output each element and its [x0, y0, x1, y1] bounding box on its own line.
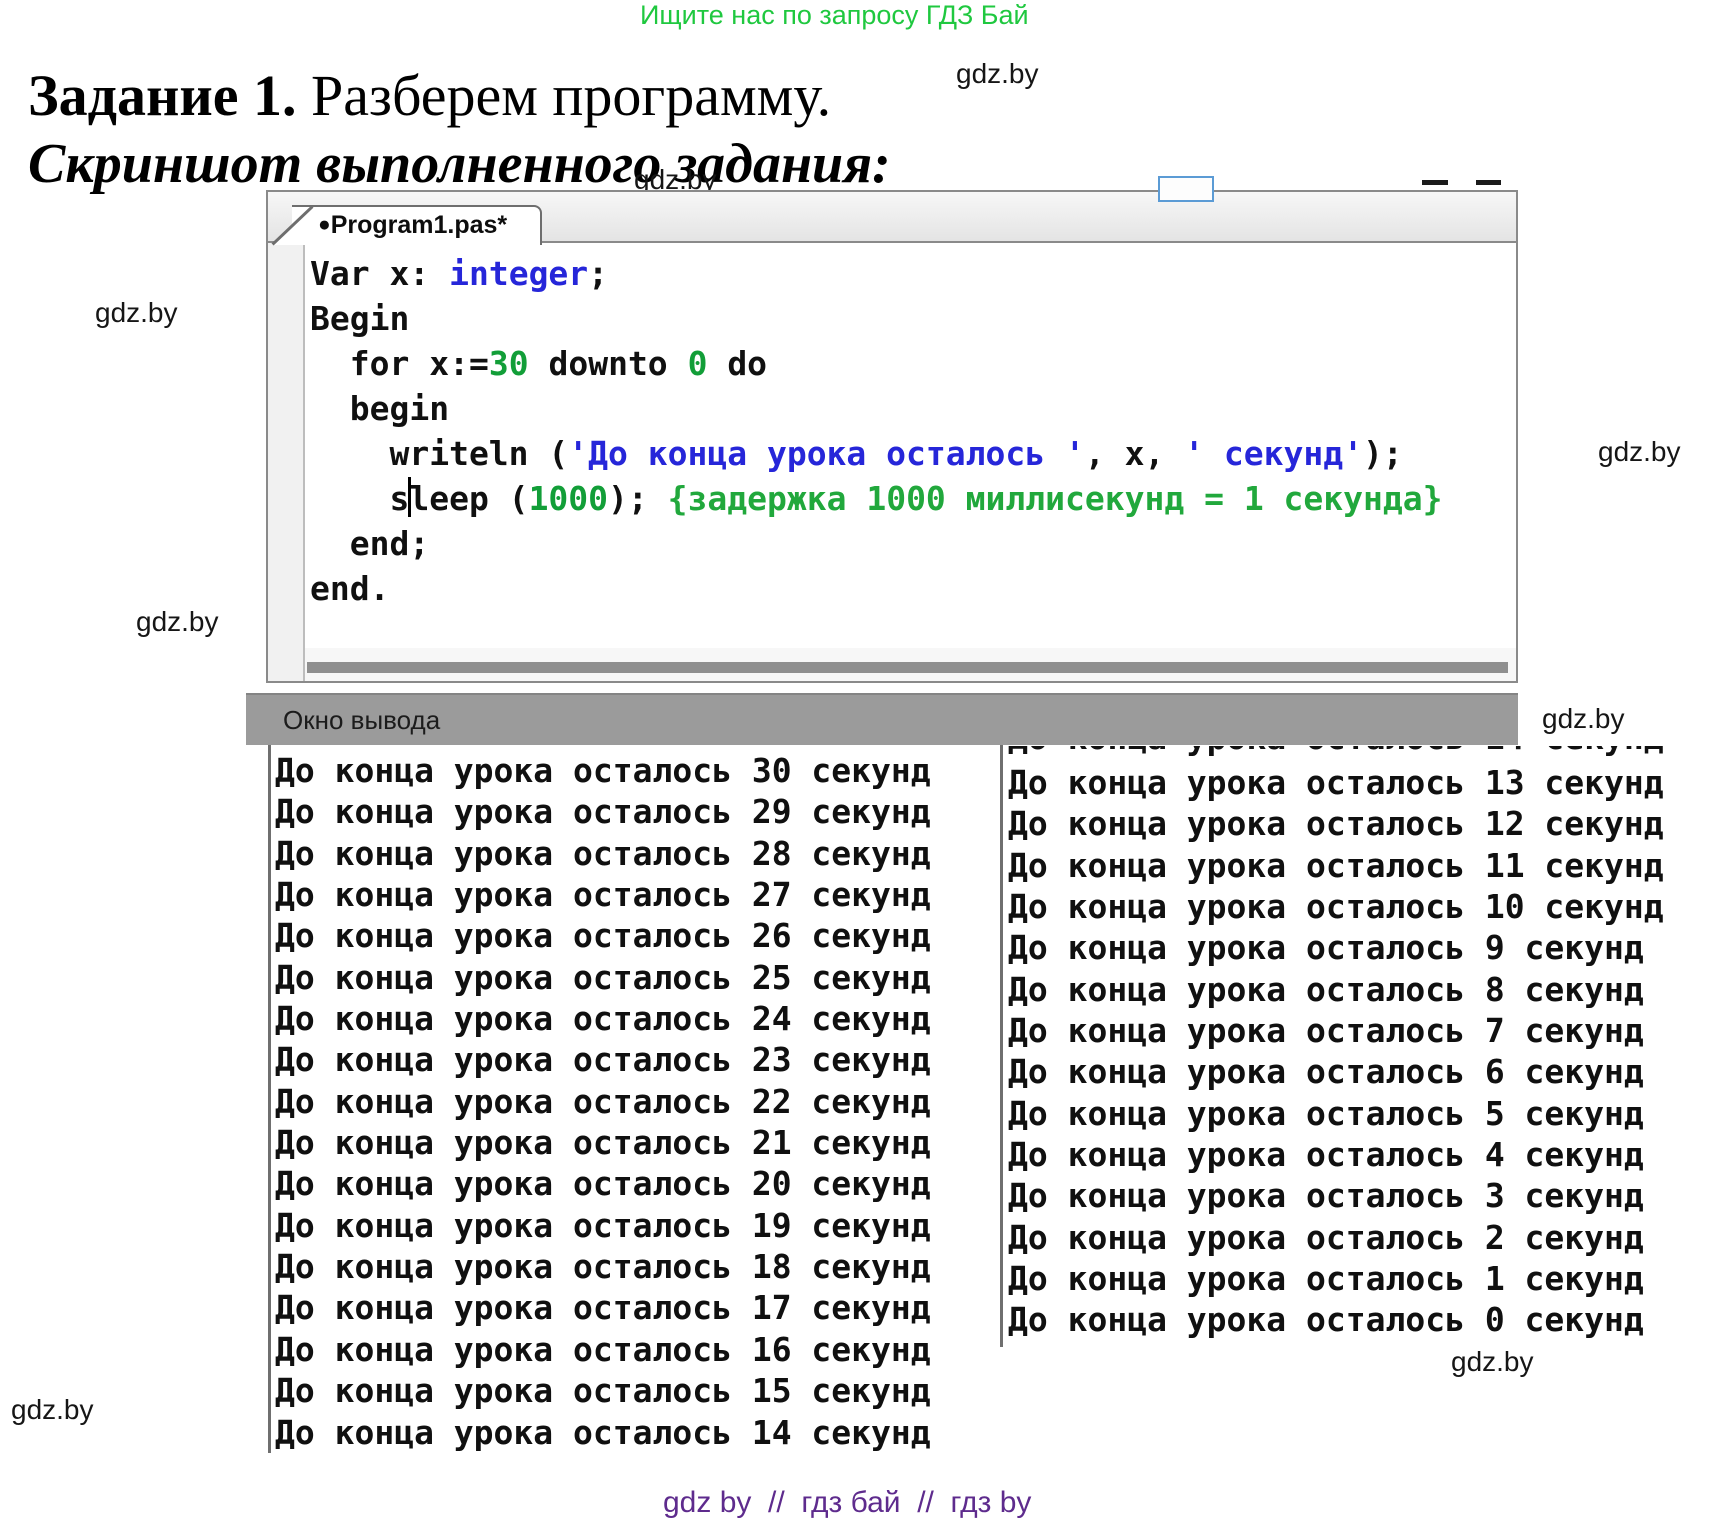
- window-control-fragment[interactable]: [1476, 180, 1501, 185]
- modified-dot-icon: ●: [318, 213, 331, 236]
- task-title: Разберем программу.: [297, 63, 832, 128]
- output-left-column-border: [268, 745, 271, 1453]
- output-window-header: Окно вывода: [246, 693, 1518, 745]
- promo-banner: Ищите нас по запросу ГДЗ Бай: [640, 0, 1029, 31]
- watermark: gdz.by: [1451, 1346, 1534, 1378]
- task-number: Задание 1.: [28, 63, 297, 128]
- horizontal-scrollbar-thumb[interactable]: [307, 662, 1508, 673]
- code-lines[interactable]: Var x: integer;Begin for x:=30 downto 0 …: [310, 251, 1443, 611]
- output-window-title: Окно вывода: [283, 705, 440, 736]
- output-clipped-line: До конца урока осталось 14 секунд: [1008, 746, 1688, 758]
- output-column-right: До конца урока осталось 13 секунд До кон…: [1008, 762, 1664, 1341]
- watermark: gdz.by: [1542, 703, 1625, 735]
- editor-gutter: [268, 243, 305, 681]
- footer-seo-text: gdz by // гдз бай // гдз by: [663, 1486, 1031, 1520]
- output-clipped-line-text: До конца урока осталось 14 секунд: [1008, 746, 1688, 758]
- editor-border-bottom: [266, 681, 1518, 683]
- tab-label[interactable]: ●Program1.pas*: [318, 211, 507, 240]
- output-right-column-border: [1000, 745, 1003, 1347]
- task-heading: Задание 1. Разберем программу.: [28, 62, 831, 129]
- watermark: gdz.by: [956, 58, 1039, 90]
- page: Ищите нас по запросу ГДЗ Бай Задание 1. …: [0, 0, 1726, 1526]
- watermark: gdz.by: [136, 606, 219, 638]
- window-minimize-fragment[interactable]: [1422, 180, 1448, 185]
- tab-filename: Program1.pas*: [331, 211, 507, 239]
- watermark: gdz.by: [11, 1394, 94, 1426]
- watermark: gdz.by: [95, 297, 178, 329]
- toolbar-button-fragment[interactable]: [1158, 176, 1214, 202]
- editor-border-right: [1516, 190, 1518, 683]
- subtitle-heading: Скриншот выполненного задания:: [28, 132, 891, 196]
- output-column-left: До конца урока осталось 30 секунд До кон…: [275, 750, 931, 1453]
- watermark: gdz.by: [1598, 436, 1681, 468]
